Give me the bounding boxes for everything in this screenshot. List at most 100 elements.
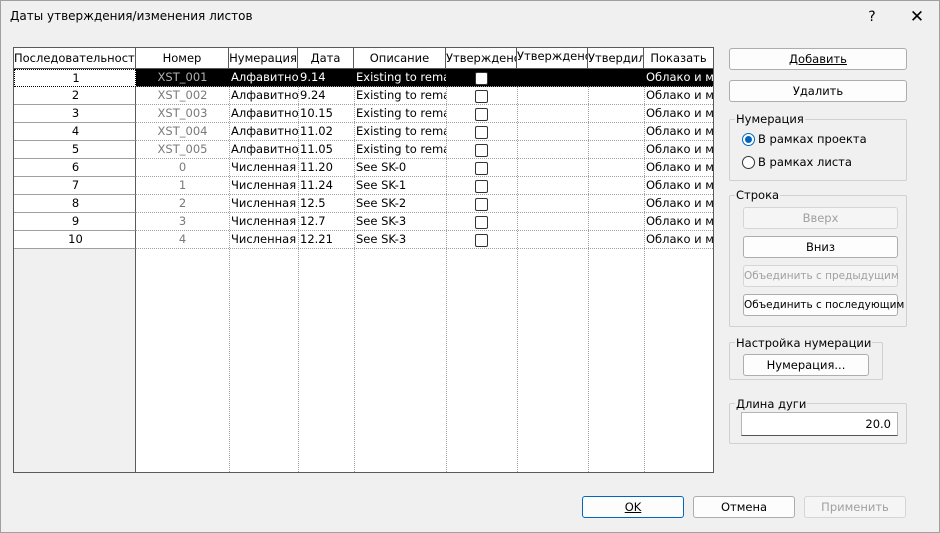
table-row[interactable]: XST_005 Алфавитно 11.05 Existing to remai Об… [136,141,713,159]
table-row[interactable]: XST_001 Алфавитно 9.14 Existing to remai Обл… [136,69,713,87]
header-numbering[interactable]: Нумерация [229,48,298,69]
move-down-button[interactable]: Вниз [743,236,898,258]
number-cell[interactable]: 4 [136,231,229,249]
date-cell[interactable]: 10.15 [298,105,354,123]
number-cell[interactable]: 2 [136,195,229,213]
numbering-cell[interactable]: Алфавитно [229,123,298,141]
header-issued[interactable]: Утверждено [446,48,517,69]
date-cell[interactable]: 11.02 [298,123,354,141]
number-cell[interactable]: 1 [136,177,229,195]
show-cell[interactable]: Облако и м [644,69,713,87]
table-row[interactable]: 3 Численная 12.7 See SK-3 Облако и м [136,213,713,231]
table-row[interactable]: 4 Численная 12.21 See SK-3 Облако и м [136,231,713,249]
table-row[interactable]: XST_004 Алфавитно 11.02 Existing to remai Об… [136,123,713,141]
issued-checkbox[interactable] [475,144,488,157]
table-row[interactable]: XST_002 Алфавитно 9.24 Existing to remai Обл… [136,87,713,105]
description-cell[interactable]: See SK-0 [354,159,446,177]
numbering-cell[interactable]: Алфавитно [229,69,298,87]
cancel-button[interactable]: Отмена [693,496,795,518]
date-cell[interactable]: 9.14 [298,69,354,87]
sequence-cell[interactable]: 5 [14,141,136,159]
sequence-cell[interactable]: 2 [14,87,136,105]
header-show[interactable]: Показать [644,48,713,69]
table-row[interactable]: 0 Численная 11.20 See SK-0 Облако и м [136,159,713,177]
sequence-cell[interactable]: 7 [14,177,136,195]
show-cell[interactable]: Облако и м [644,105,713,123]
table-row[interactable]: 2 Численная 12.5 See SK-2 Облако и м [136,195,713,213]
show-cell[interactable]: Облако и м [644,159,713,177]
radio-per-project[interactable] [742,133,755,146]
sequence-cell[interactable]: 10 [14,231,136,249]
sequence-cell[interactable]: 1 [14,69,136,87]
radio-per-sheet[interactable] [742,156,755,169]
description-cell[interactable]: See SK-2 [354,195,446,213]
date-cell[interactable]: 12.5 [298,195,354,213]
arc-length-input[interactable]: 20.0 [741,412,898,436]
ok-button[interactable]: OK [582,496,684,518]
numbering-cell[interactable]: Алфавитно [229,141,298,159]
show-cell[interactable]: Облако и м [644,213,713,231]
show-cell[interactable]: Облако и м [644,87,713,105]
issued-checkbox[interactable] [475,216,488,229]
merge-previous-button[interactable]: Объединить с предыдущим [743,265,899,287]
issued-checkbox[interactable] [475,198,488,211]
date-cell[interactable]: 11.20 [298,159,354,177]
description-cell[interactable]: Existing to remai [354,105,446,123]
description-cell[interactable]: Existing to remai [354,69,446,87]
header-sequence[interactable]: Последовательность [14,48,136,69]
numbering-cell[interactable]: Численная [229,195,298,213]
merge-next-button[interactable]: Объединить с последующим [743,294,904,316]
issued-checkbox[interactable] [475,162,488,175]
table-row[interactable]: XST_003 Алфавитно 10.15 Existing to remai Об… [136,105,713,123]
issued-checkbox[interactable] [475,72,488,85]
numbering-cell[interactable]: Алфавитно [229,105,298,123]
show-cell[interactable]: Облако и м [644,195,713,213]
delete-button[interactable]: Удалить [729,80,907,102]
header-issued-to[interactable]: Утверждено [517,48,588,69]
table-row[interactable]: 1 Численная 11.24 See SK-1 Облако и м [136,177,713,195]
add-button[interactable]: Добавить [729,48,907,70]
number-cell[interactable]: XST_001 [136,69,229,87]
revisions-table[interactable]: Последовательность Номер Нумерация Дата … [13,47,714,473]
number-cell[interactable]: 0 [136,159,229,177]
date-cell[interactable]: 9.24 [298,87,354,105]
help-icon[interactable]: ? [859,5,885,29]
apply-button[interactable]: Применить [804,496,906,518]
sequence-cell[interactable]: 8 [14,195,136,213]
header-issued-by[interactable]: Утвердил [588,48,644,69]
date-cell[interactable]: 12.21 [298,231,354,249]
number-cell[interactable]: XST_003 [136,105,229,123]
show-cell[interactable]: Облако и м [644,141,713,159]
sequence-cell[interactable]: 9 [14,213,136,231]
number-cell[interactable]: XST_002 [136,87,229,105]
description-cell[interactable]: See SK-3 [354,231,446,249]
date-cell[interactable]: 11.05 [298,141,354,159]
issued-checkbox[interactable] [475,126,488,139]
show-cell[interactable]: Облако и м [644,123,713,141]
sequence-cell[interactable]: 6 [14,159,136,177]
numbering-cell[interactable]: Численная [229,159,298,177]
show-cell[interactable]: Облако и м [644,231,713,249]
number-cell[interactable]: XST_004 [136,123,229,141]
header-description[interactable]: Описание [354,48,446,69]
date-cell[interactable]: 12.7 [298,213,354,231]
header-number[interactable]: Номер [136,48,229,69]
date-cell[interactable]: 11.24 [298,177,354,195]
radio-per-project-label[interactable]: В рамках проекта [758,132,867,146]
description-cell[interactable]: Existing to remai [354,141,446,159]
numbering-cell[interactable]: Алфавитно [229,87,298,105]
issued-checkbox[interactable] [475,234,488,247]
close-icon[interactable]: ✕ [903,5,931,29]
radio-per-sheet-label[interactable]: В рамках листа [758,155,852,169]
description-cell[interactable]: Existing to remai [354,87,446,105]
issued-checkbox[interactable] [475,108,488,121]
sequence-cell[interactable]: 4 [14,123,136,141]
number-cell[interactable]: XST_005 [136,141,229,159]
issued-checkbox[interactable] [475,90,488,103]
numbering-cell[interactable]: Численная [229,231,298,249]
number-cell[interactable]: 3 [136,213,229,231]
move-up-button[interactable]: Вверх [743,207,898,229]
issued-checkbox[interactable] [475,180,488,193]
numbering-cell[interactable]: Численная [229,177,298,195]
description-cell[interactable]: See SK-3 [354,213,446,231]
